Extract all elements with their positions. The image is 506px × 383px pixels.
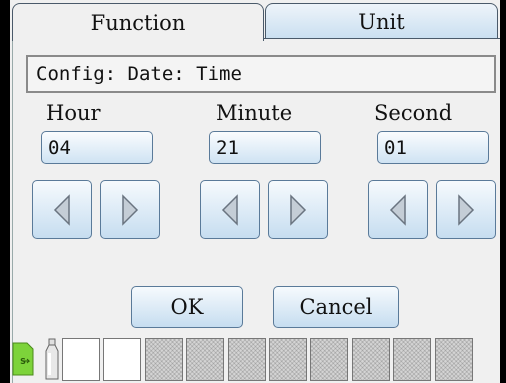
second-decrement-button[interactable] <box>368 180 428 239</box>
time-config-screen: Function Unit Config: Date: Time Hour Mi… <box>10 0 500 383</box>
hour-label: Hour <box>46 101 101 125</box>
tab-function-label: Function <box>90 10 186 35</box>
status-slot-hatched <box>434 338 473 381</box>
second-value-field[interactable]: 01 <box>377 131 489 164</box>
status-slot-hatched <box>269 338 307 381</box>
config-path-text: Config: Date: Time <box>36 63 242 85</box>
tab-function[interactable]: Function <box>12 3 264 41</box>
status-slot-hatched <box>186 338 225 381</box>
hour-decrement-button[interactable] <box>32 180 92 239</box>
tab-divider <box>264 38 500 39</box>
cancel-button[interactable]: Cancel <box>273 286 399 328</box>
cancel-button-label: Cancel <box>299 295 373 319</box>
tab-unit-label: Unit <box>358 9 405 34</box>
minute-increment-button[interactable] <box>268 180 328 239</box>
right-arrow-icon <box>122 193 139 226</box>
minute-decrement-button[interactable] <box>200 180 260 239</box>
left-arrow-icon <box>389 193 406 226</box>
left-arrow-icon <box>53 193 70 226</box>
config-path-display: Config: Date: Time <box>26 55 496 93</box>
status-slot-hatched <box>351 338 390 381</box>
status-slot-empty <box>103 338 142 381</box>
second-value: 01 <box>384 136 407 159</box>
minute-value: 21 <box>216 136 239 159</box>
left-arrow-icon <box>221 193 238 226</box>
ok-button-label: OK <box>170 295 204 319</box>
tab-unit[interactable]: Unit <box>265 3 498 39</box>
hour-value: 04 <box>48 136 71 159</box>
minute-value-field[interactable]: 21 <box>209 131 321 164</box>
hour-value-field[interactable]: 04 <box>41 131 153 164</box>
status-slot-hatched <box>227 338 266 381</box>
sd-card-icon: S <box>12 342 34 376</box>
minute-label: Minute <box>216 101 293 125</box>
right-arrow-icon <box>458 193 475 226</box>
ok-button[interactable]: OK <box>131 286 243 328</box>
status-slot-hatched <box>393 338 432 381</box>
status-slot-hatched <box>144 338 183 381</box>
hour-increment-button[interactable] <box>100 180 160 239</box>
right-arrow-icon <box>290 193 307 226</box>
second-label: Second <box>374 101 453 125</box>
status-slot-hatched <box>310 338 349 381</box>
status-slot-empty <box>62 338 100 381</box>
status-bar: S <box>10 334 500 383</box>
bottle-icon <box>45 338 59 380</box>
second-increment-button[interactable] <box>436 180 496 239</box>
panel-left-border <box>12 38 13 383</box>
